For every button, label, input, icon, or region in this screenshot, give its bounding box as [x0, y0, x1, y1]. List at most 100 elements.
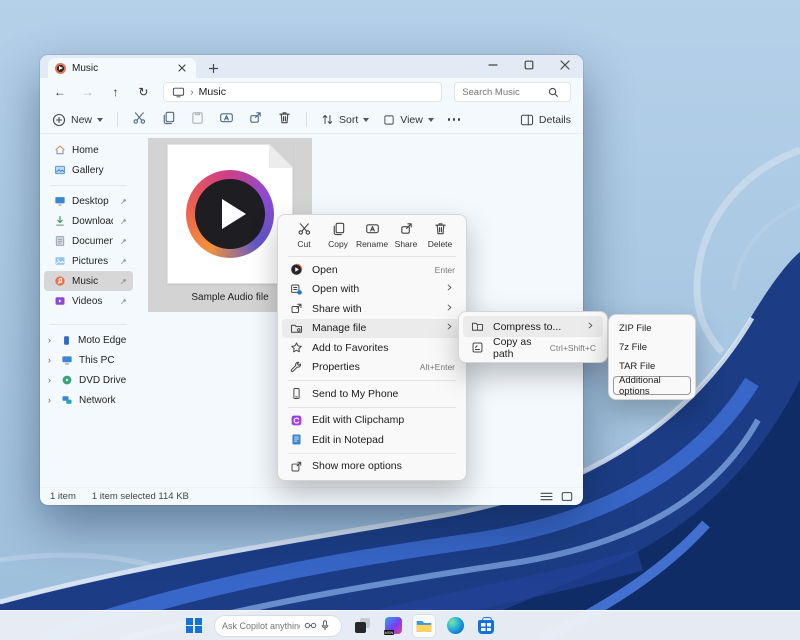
file-explorer-icon — [415, 617, 433, 635]
store-icon — [478, 620, 494, 634]
up-icon[interactable]: ↑ — [108, 85, 124, 99]
submenu-item-copy-as-path[interactable]: Copy as path Ctrl+Shift+C — [463, 337, 603, 358]
share-command[interactable]: Share — [390, 221, 422, 249]
share-button[interactable] — [248, 110, 263, 130]
file-explorer-button[interactable] — [413, 615, 435, 637]
forward-icon[interactable]: → — [80, 85, 96, 99]
cut-command[interactable]: Cut — [288, 221, 320, 249]
sort-button[interactable]: Sort — [321, 113, 369, 126]
command-toolbar: New — [40, 106, 583, 134]
sidebar-label: Videos — [72, 296, 102, 307]
desktop-icon — [54, 195, 66, 207]
breadcrumb[interactable]: Music — [199, 86, 226, 98]
copilot-glasses-icon — [304, 621, 317, 630]
desktop: Music ← → ↑ — [0, 0, 800, 640]
sidebar-item-music[interactable]: Music — [44, 271, 133, 291]
open-play-icon — [289, 263, 303, 277]
search-box[interactable] — [454, 82, 571, 102]
menu-label: Open with — [312, 283, 359, 295]
sidebar-item-downloads[interactable]: Downloads — [44, 211, 133, 231]
sidebar-item-home[interactable]: Home — [44, 140, 133, 160]
quick-commands-row: Cut Copy Rename Share Delete — [278, 215, 466, 253]
close-button[interactable] — [557, 58, 573, 72]
menu-label: Manage file — [312, 322, 366, 334]
menu-item-manage-file[interactable]: Manage file — [282, 319, 462, 339]
properties-wrench-icon — [289, 360, 303, 374]
sidebar-item-this-pc[interactable]: › This PC — [44, 350, 133, 370]
sidebar-item-documents[interactable]: Documents — [44, 231, 133, 251]
tab-close-icon[interactable] — [175, 61, 189, 75]
details-view-icon[interactable] — [540, 491, 553, 502]
music-icon — [54, 275, 66, 287]
copy-button[interactable] — [161, 110, 176, 130]
rename-command[interactable]: Rename — [356, 221, 388, 249]
menu-item-add-to-favorites[interactable]: Add to Favorites — [282, 338, 462, 358]
large-icons-view-icon[interactable] — [561, 491, 573, 502]
address-bar[interactable]: › Music — [163, 82, 442, 102]
expand-chevron-icon[interactable]: › — [48, 335, 55, 345]
chevron-down-icon — [97, 118, 103, 122]
menu-label: Edit with Clipchamp — [312, 414, 404, 426]
submenu-item-7z-file[interactable]: 7z File — [613, 338, 691, 357]
start-button[interactable] — [183, 615, 205, 637]
menu-item-send-to-phone[interactable]: Send to My Phone — [282, 384, 462, 404]
delete-command[interactable]: Delete — [424, 221, 456, 249]
menu-label: 7z File — [619, 342, 647, 353]
sidebar-item-network[interactable]: › Network — [44, 390, 133, 410]
copilot-search-input[interactable] — [222, 621, 300, 631]
taskbar-search[interactable] — [214, 615, 342, 637]
sidebar-item-desktop[interactable]: Desktop — [44, 191, 133, 211]
pin-icon — [119, 197, 128, 206]
minimize-button[interactable] — [485, 58, 501, 72]
expand-chevron-icon[interactable]: › — [48, 375, 55, 385]
paste-button[interactable] — [190, 110, 205, 130]
sidebar-label: Downloads — [72, 216, 113, 227]
submenu-item-additional-options[interactable]: Additional options — [613, 376, 691, 395]
menu-item-open-with[interactable]: Open with — [282, 280, 462, 300]
sidebar-item-phone[interactable]: › Moto Edge 50 Neo — [44, 330, 133, 350]
menu-item-open[interactable]: Open Enter — [282, 260, 462, 280]
edge-button[interactable] — [444, 615, 466, 637]
search-input[interactable] — [462, 87, 548, 98]
menu-item-edit-in-notepad[interactable]: Edit in Notepad — [282, 430, 462, 450]
sidebar-item-videos[interactable]: Videos — [44, 291, 133, 311]
back-icon[interactable]: ← — [52, 85, 68, 99]
breadcrumb-separator: › — [190, 87, 193, 98]
details-toggle-button[interactable]: Details — [520, 114, 571, 126]
view-button[interactable]: View — [383, 114, 434, 126]
sidebar-item-gallery[interactable]: Gallery — [44, 160, 133, 180]
menu-divider — [288, 407, 456, 408]
copy-path-icon — [470, 341, 484, 355]
videos-icon — [54, 295, 66, 307]
expand-chevron-icon[interactable]: › — [48, 395, 55, 405]
tab-music[interactable]: Music — [48, 58, 196, 78]
refresh-icon[interactable]: ↻ — [135, 85, 151, 99]
submenu-item-compress-to[interactable]: Compress to... — [463, 316, 603, 337]
delete-button[interactable] — [277, 110, 292, 130]
microphone-icon[interactable] — [321, 620, 329, 631]
sidebar-item-pictures[interactable]: Pictures — [44, 251, 133, 271]
more-options-icon[interactable] — [448, 118, 461, 121]
copy-command[interactable]: Copy — [322, 221, 354, 249]
pin-icon — [119, 277, 128, 286]
task-view-button[interactable] — [351, 615, 373, 637]
submenu-item-zip-file[interactable]: ZIP File — [613, 319, 691, 338]
menu-item-show-more-options[interactable]: Show more options — [282, 457, 462, 477]
new-button[interactable]: New — [52, 113, 103, 127]
favorites-star-icon — [289, 341, 303, 355]
menu-item-properties[interactable]: Properties Alt+Enter — [282, 358, 462, 378]
msn-button[interactable]: MSN — [382, 615, 404, 637]
maximize-button[interactable] — [521, 58, 537, 72]
sidebar-item-dvd-drive[interactable]: › DVD Drive (D:) CCC — [44, 370, 133, 390]
sidebar-divider — [50, 185, 127, 186]
menu-item-share-with[interactable]: Share with — [282, 299, 462, 319]
submenu-item-tar-file[interactable]: TAR File — [613, 357, 691, 376]
expand-chevron-icon[interactable]: › — [48, 355, 55, 365]
new-tab-button[interactable] — [206, 61, 220, 75]
microsoft-store-button[interactable] — [475, 615, 497, 637]
cut-button[interactable] — [132, 110, 147, 130]
audio-file-icon — [55, 63, 66, 74]
rename-button[interactable] — [219, 110, 234, 130]
windows-logo-icon — [186, 618, 202, 634]
menu-item-edit-with-clipchamp[interactable]: Edit with Clipchamp — [282, 411, 462, 431]
